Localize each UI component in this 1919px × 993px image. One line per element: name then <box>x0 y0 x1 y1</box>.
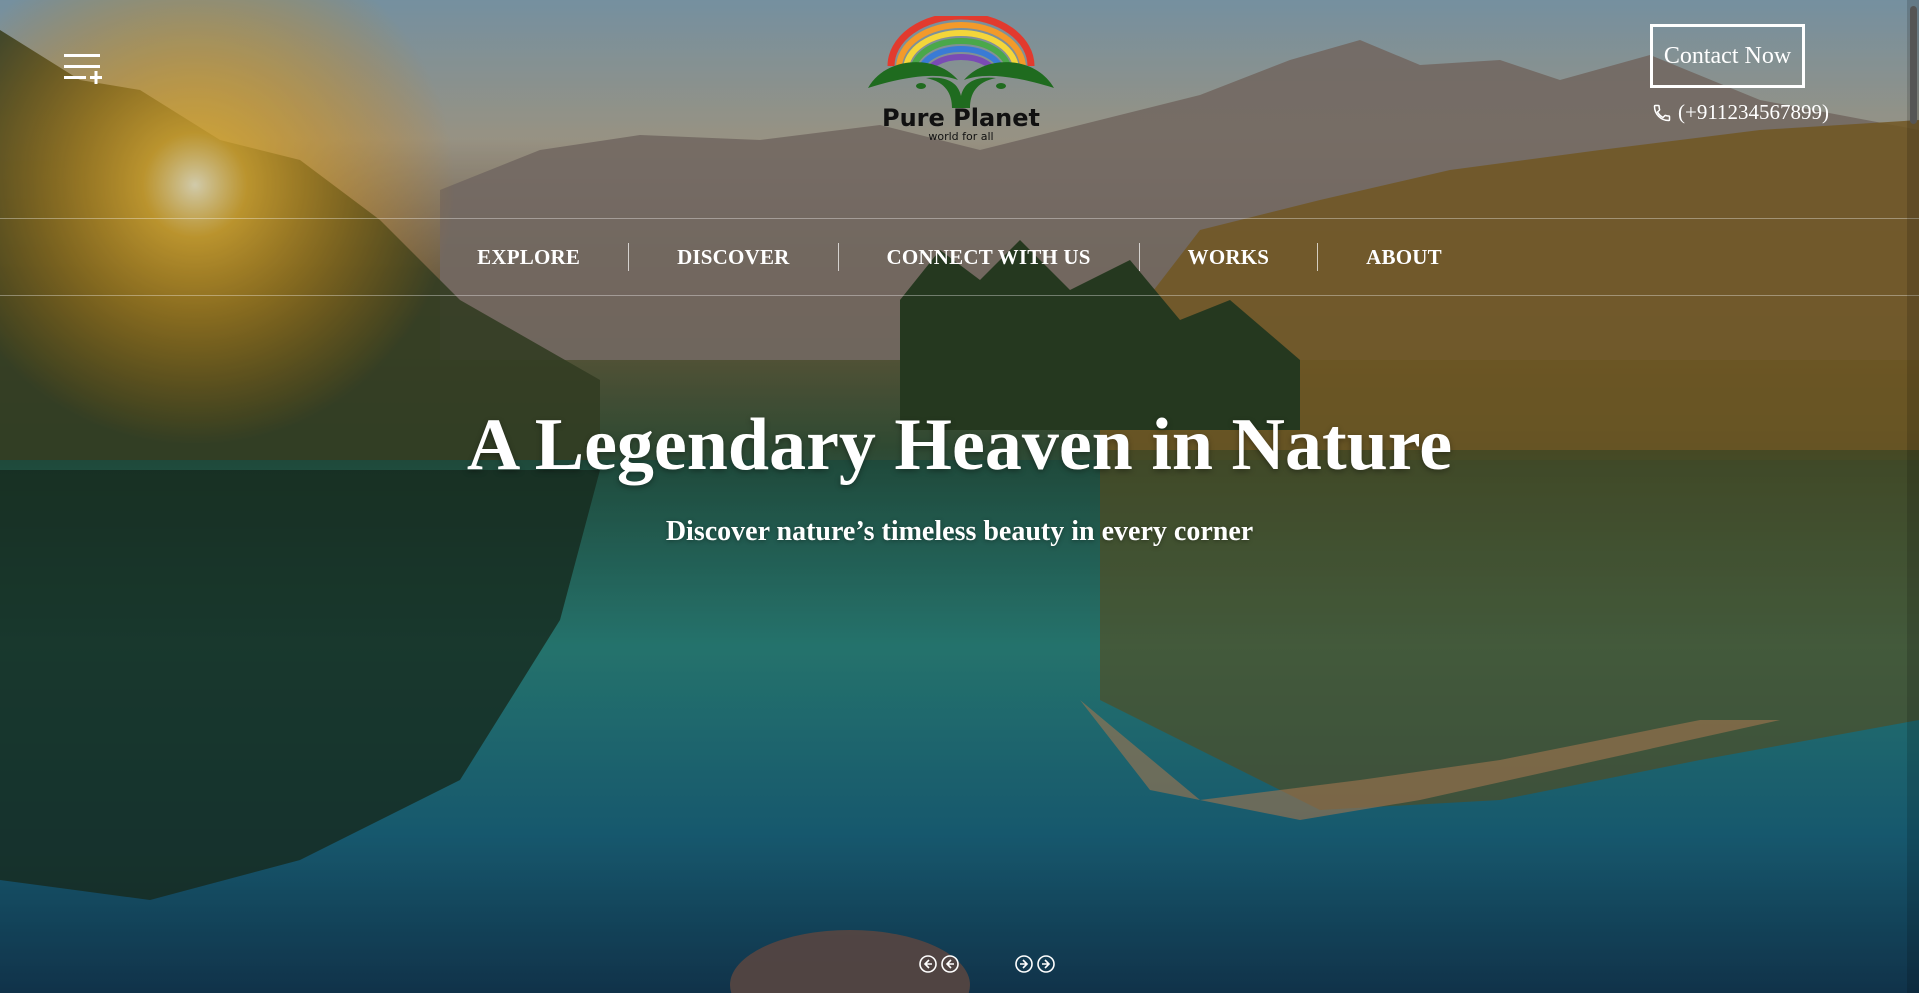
nav-item-explore[interactable]: EXPLORE <box>429 245 628 270</box>
rainbow-tree-logo-icon <box>868 12 1054 108</box>
nav-item-discover[interactable]: DISCOVER <box>629 245 837 270</box>
nav-item-connect-with-us[interactable]: CONNECT WITH US <box>839 245 1139 270</box>
hero-overlay <box>0 0 1919 993</box>
double-arrow-right-icon <box>1015 955 1033 973</box>
double-arrow-right-icon <box>1037 955 1055 973</box>
menu-plus-icon <box>64 54 102 84</box>
hero-headline: A Legendary Heaven in Nature <box>466 404 1453 486</box>
phone-number: (+911234567899) <box>1678 100 1830 124</box>
scrollbar-thumb[interactable] <box>1910 6 1917 124</box>
menu-button[interactable] <box>62 50 104 92</box>
slider-next-button[interactable] <box>1014 954 1056 974</box>
brand-logo[interactable]: Pure Planet world for all <box>866 12 1056 146</box>
page-scrollbar[interactable] <box>1907 0 1919 993</box>
contact-now-button[interactable]: Contact Now <box>1650 24 1805 88</box>
nav-item-about[interactable]: ABOUT <box>1318 245 1490 270</box>
brand-name: Pure Planet <box>882 104 1040 132</box>
nav-item-works[interactable]: WORKS <box>1140 245 1318 270</box>
main-nav: EXPLORE DISCOVER CONNECT WITH US WORKS A… <box>0 218 1919 296</box>
double-arrow-left-icon <box>941 955 959 973</box>
phone-link[interactable]: (+911234567899) <box>1652 100 1829 125</box>
brand-tagline: world for all <box>928 130 994 143</box>
slider-prev-button[interactable] <box>918 954 960 974</box>
hero-subheadline: Discover nature’s timeless beauty in eve… <box>665 516 1254 547</box>
double-arrow-left-icon <box>919 955 937 973</box>
hero-section <box>0 0 1919 993</box>
phone-icon <box>1653 104 1671 121</box>
